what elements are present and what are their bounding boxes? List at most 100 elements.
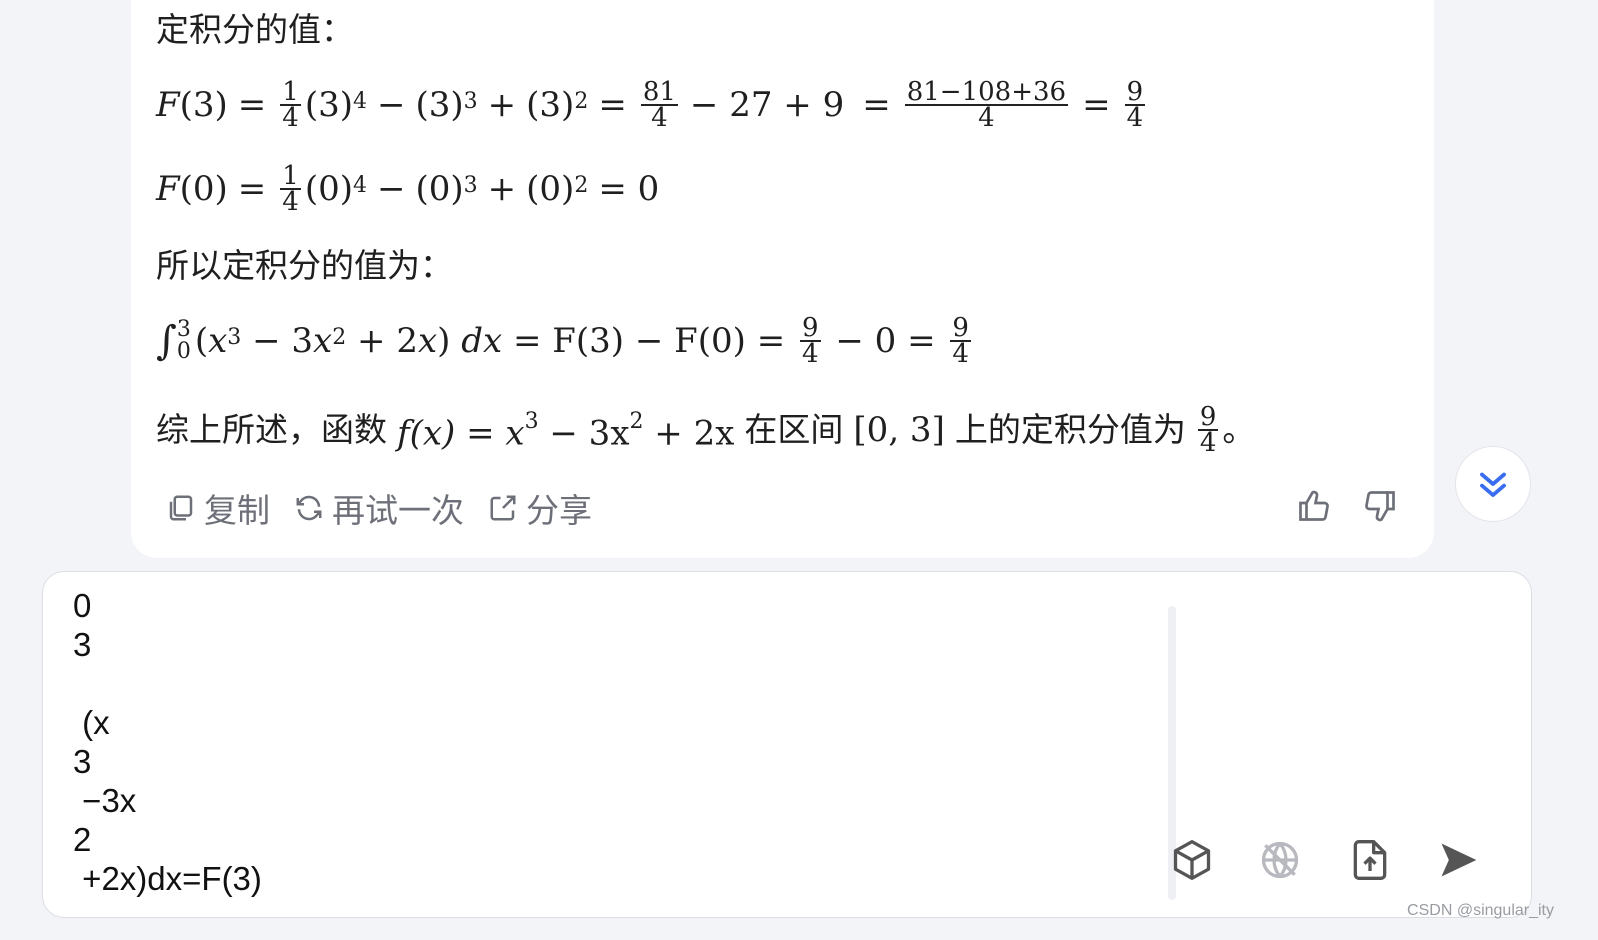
file-upload-icon	[1353, 840, 1387, 880]
term: (0)	[526, 169, 575, 209]
var-x: x	[208, 321, 228, 361]
heading-result: 所以定积分的值为：	[156, 246, 453, 285]
term: − 3	[241, 321, 314, 361]
share-label: 分享	[526, 491, 592, 530]
denominator: 4	[282, 187, 299, 217]
arg: (3)	[179, 85, 228, 125]
exponent: 3	[524, 409, 539, 434]
fraction: 81−108+36 4	[904, 79, 1069, 133]
func: f(x) = x	[397, 413, 525, 454]
retry-button[interactable]: 再试一次	[294, 484, 464, 532]
var-x: x	[313, 321, 333, 361]
upper-limit: 3	[176, 317, 191, 342]
equation-f3: F (3) = 14 (3) 4 − (3) 3 + (3) 2 = 81 4 − 27 …	[156, 79, 1149, 133]
refresh-icon	[296, 495, 322, 521]
denominator: 4	[952, 339, 969, 369]
f-symbol: F	[156, 85, 180, 125]
result: = 0	[598, 169, 660, 209]
term: (0)	[304, 169, 353, 209]
fraction: 14	[280, 163, 301, 217]
upload-file-button[interactable]	[1346, 836, 1394, 884]
paren: )	[437, 321, 462, 361]
double-chevron-down-icon	[1480, 472, 1506, 497]
fraction: 94	[800, 315, 821, 369]
exponent: 4	[352, 88, 367, 114]
exponent: 4	[352, 172, 367, 198]
denominator: 4	[1126, 103, 1144, 133]
f-symbol: F	[156, 169, 180, 209]
arg: (0)	[179, 169, 228, 209]
exponent: 2	[332, 324, 347, 350]
equation-integral: ∫ 30 (x 3 − 3x2 + 2x ) dx = F(3) − F(0) =…	[156, 315, 975, 369]
fraction: 94	[1124, 79, 1146, 133]
equation-rhs: = F(3) − F(0) =	[502, 321, 797, 361]
denominator: 4	[978, 103, 995, 133]
watermark: CSDN @singular_ity	[1407, 902, 1554, 919]
fraction: 94	[1197, 401, 1219, 458]
term: (3)	[526, 85, 575, 125]
exponent: 3	[227, 324, 242, 350]
exponent: 2	[574, 172, 589, 198]
term: + 2x	[643, 413, 735, 454]
var-x: x	[417, 321, 438, 361]
cube-icon	[1173, 840, 1211, 880]
denominator: 4	[1199, 427, 1217, 458]
equals: =	[862, 85, 891, 125]
paren: (	[194, 321, 209, 361]
copy-button[interactable]: 复制	[166, 484, 270, 532]
minus: −	[376, 85, 406, 125]
equals: =	[1082, 85, 1111, 125]
term: (3)	[304, 85, 353, 125]
denominator: 4	[282, 103, 299, 133]
fraction: 94	[950, 315, 971, 369]
equation-f0: F (0) = 14 (0) 4 − (0) 3 + (0) 2 = 0	[156, 163, 660, 217]
plus: +	[487, 85, 517, 125]
equals: =	[237, 169, 267, 209]
summary-suffix: 上的定积分值为	[954, 409, 1186, 449]
summary-line: 综上所述，函数 f(x) = x3 − 3x2 + 2x 在区间 [0, 3] …	[156, 401, 1255, 458]
thumbs-down-icon[interactable]	[1362, 488, 1398, 524]
equals: =	[598, 85, 627, 125]
web-search-toggle[interactable]	[1256, 836, 1304, 884]
fraction: 14	[280, 79, 301, 133]
exponent: 2	[574, 88, 589, 114]
lower-limit: 0	[176, 339, 191, 364]
exponent: 3	[463, 172, 478, 198]
exponent: 2	[629, 409, 644, 434]
plus: +	[487, 169, 517, 209]
copy-icon	[169, 495, 193, 521]
copy-label: 复制	[204, 491, 270, 530]
globe-off-icon	[1261, 841, 1299, 879]
equals: =	[237, 85, 267, 125]
function-expr: f(x) = x3 − 3x2 + 2x	[397, 404, 734, 455]
integral-sign-icon: ∫	[156, 318, 177, 364]
exponent: 3	[463, 88, 478, 114]
denominator: 4	[651, 103, 668, 133]
scroll-to-bottom-button[interactable]	[1455, 446, 1531, 522]
term: + 2	[346, 321, 418, 361]
interval: [0, 3]	[853, 409, 945, 450]
answer-actions: 复制 再试一次 分享	[166, 486, 592, 530]
summary-middle: 在区间	[744, 409, 844, 449]
feedback-group	[1296, 488, 1398, 524]
retry-label: 再试一次	[332, 491, 464, 530]
dx: dx	[461, 321, 503, 361]
chat-input-text[interactable]: 0 3 (x 3 −3x 2 +2x)dx=F(3)	[73, 586, 1153, 906]
fraction: 81 4	[640, 79, 678, 133]
send-button[interactable]	[1434, 836, 1482, 884]
heading-value: 定积分的值：	[156, 10, 354, 49]
minus: −	[376, 169, 406, 209]
rest-terms: − 27 + 9	[689, 85, 845, 125]
summary-prefix: 综上所述，函数	[156, 409, 387, 449]
denominator: 4	[802, 339, 819, 369]
term: − 3x	[538, 413, 630, 454]
term: (0)	[415, 169, 464, 209]
thumbs-up-icon[interactable]	[1296, 488, 1332, 524]
share-button[interactable]: 分享	[488, 484, 592, 532]
integral-limits: 30	[177, 319, 191, 363]
numerator: 9	[1197, 401, 1219, 432]
send-icon	[1441, 843, 1477, 877]
model-button[interactable]	[1168, 836, 1216, 884]
equation-rhs: − 0 =	[824, 321, 947, 361]
term: (3)	[415, 85, 464, 125]
